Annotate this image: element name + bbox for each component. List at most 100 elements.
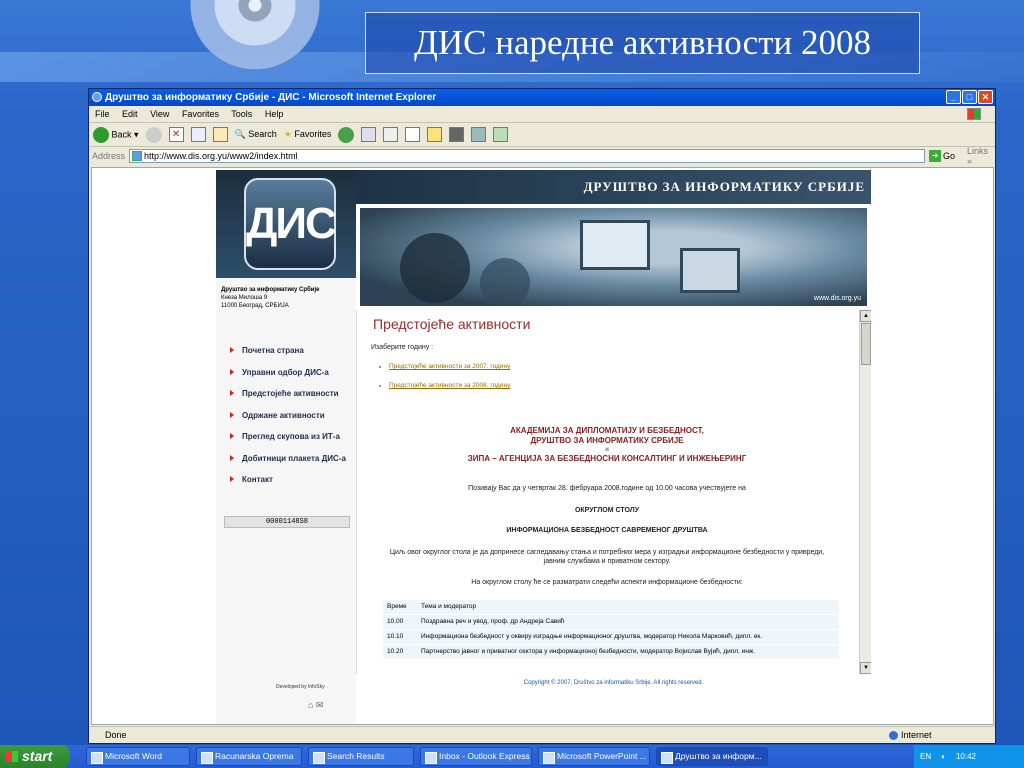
refresh-button[interactable]: [190, 127, 206, 142]
browser-viewport: ДИС Друштво за информатику Србије Кнеза …: [91, 167, 994, 725]
menu-tools[interactable]: Tools: [231, 109, 252, 119]
developed-by[interactable]: Developed by InfoSky: [276, 684, 325, 690]
ie-window: Друштво за информатику Србије - ДИС - Mi…: [88, 88, 996, 744]
tool-button[interactable]: [493, 127, 509, 142]
scroll-up-button[interactable]: ▲: [860, 310, 871, 322]
organizer-1: АКАДЕМИЈА ЗА ДИПЛОМАТИЈУ И БЕЗБЕДНОСТ,: [510, 426, 704, 435]
search-icon: 🔍: [234, 129, 246, 139]
photo-monitor-1: [580, 220, 650, 270]
nav-it-events[interactable]: Преглед скупова из ИТ-а: [216, 426, 356, 448]
desc-cell: Партнерство јавног и приватног сектора у…: [417, 644, 839, 660]
mail-button[interactable]: [361, 127, 377, 142]
schedule-table: Време Тема и модератор 10.00 Поздравна реч…: [383, 600, 839, 660]
dis-logo[interactable]: ДИС: [244, 178, 337, 270]
address-input[interactable]: http://www.dis.org.yu/www2/index.html: [129, 148, 925, 163]
choose-year-label: Изаберите годину :: [371, 344, 434, 351]
desc-cell: Тема и модератор: [417, 600, 839, 615]
edit-button[interactable]: [405, 127, 421, 142]
messenger-button[interactable]: [449, 127, 465, 142]
table-row: 10.10 Информациона безбедност у оквиру из…: [383, 629, 839, 645]
window-title: Друштво за информатику Србије - ДИС - Mi…: [105, 92, 437, 103]
time-cell: 10.00: [383, 614, 417, 630]
menu-edit[interactable]: Edit: [122, 109, 138, 119]
language-indicator[interactable]: EN: [920, 745, 931, 768]
favorites-button[interactable]: ★ Favorites: [284, 129, 332, 140]
task-search[interactable]: Search Results: [308, 747, 414, 766]
status-bar: Done Internet: [89, 726, 995, 743]
year-links: Предстојеће активности за 2007. годину П…: [389, 363, 510, 401]
back-button[interactable]: Back ▾: [93, 126, 139, 143]
table-row: 10.20 Партнерство јавног и приватног сект…: [383, 644, 839, 660]
menu-file[interactable]: File: [95, 109, 110, 119]
scroll-down-button[interactable]: ▼: [860, 662, 871, 674]
organizer-2: ДРУШТВО ЗА ИНФОРМАТИКУ СРБИЈЕ: [530, 436, 684, 445]
close-button[interactable]: ✕: [978, 90, 993, 104]
minimize-button[interactable]: _: [946, 90, 961, 104]
nav-contact[interactable]: Контакт: [216, 469, 356, 491]
print-button[interactable]: [383, 127, 399, 142]
ie-icon: [92, 92, 102, 102]
copyright: Copyright © 2007, Društvo za informatiku…: [523, 680, 704, 686]
links-button[interactable]: Links »: [967, 146, 995, 166]
home-mail-icons[interactable]: ⌂ ✉: [308, 700, 323, 711]
photo-person-1: [400, 233, 470, 303]
task-word[interactable]: Microsoft Word: [86, 747, 190, 766]
photo-monitor-2: [680, 248, 740, 293]
content-scrollbar[interactable]: ▲ ▼: [859, 310, 871, 674]
taskbar: start Microsoft Word Racunarska Oprema S…: [0, 745, 1024, 768]
table-row: 10.00 Поздравна реч и увод, проф. др Андр…: [383, 614, 839, 630]
star-icon: ★: [283, 129, 292, 139]
link-2007[interactable]: Предстојеће активности за 2007. годину: [389, 363, 510, 370]
system-tray: EN ◐ 10:42: [914, 745, 1024, 768]
window-titlebar[interactable]: Друштво за информатику Србије - ДИС - Mi…: [89, 89, 995, 106]
invite-text: Позивају Вас да у четвртак 28. фебруара …: [468, 485, 746, 492]
forward-button[interactable]: [145, 126, 162, 143]
status-text: Done: [105, 730, 127, 740]
logo-area: ДИС: [216, 170, 356, 278]
nav-upcoming[interactable]: Предстојеће активности: [216, 383, 356, 405]
start-button[interactable]: start: [0, 745, 70, 768]
nav-past[interactable]: Одржане активности: [216, 405, 356, 427]
menu-help[interactable]: Help: [265, 109, 284, 119]
folder-button[interactable]: [427, 127, 443, 142]
menu-favorites[interactable]: Favorites: [182, 109, 219, 119]
nav-home[interactable]: Почетна страна: [216, 340, 356, 362]
page-icon: [132, 150, 143, 161]
website: ДИС Друштво за информатику Србије Кнеза …: [216, 170, 871, 724]
research-button[interactable]: [471, 127, 487, 142]
time-cell: 10.20: [383, 644, 417, 660]
desc-cell: Поздравна реч и увод, проф. др Андреја С…: [417, 614, 839, 630]
task-folder[interactable]: Racunarska Oprema: [196, 747, 302, 766]
maximize-button[interactable]: □: [962, 90, 977, 104]
slide-title: ДИС наредне активности 2008: [365, 12, 920, 74]
org-city: 11000 Београд, СРБИЈА: [221, 303, 289, 309]
address-url: http://www.dis.org.yu/www2/index.html: [144, 150, 298, 161]
task-outlook[interactable]: Inbox - Outlook Express: [420, 747, 532, 766]
go-button[interactable]: ➜ Go: [928, 149, 955, 162]
round-table-label: ОКРУГЛОМ СТОЛУ: [574, 507, 640, 514]
address-bar: Address http://www.dis.org.yu/www2/index…: [89, 146, 995, 166]
org-street: Кнеза Милоша 9: [221, 295, 268, 301]
search-button[interactable]: 🔍 Search: [235, 129, 277, 140]
address-label: Address: [92, 150, 126, 161]
site-sidebar: ДИС Друштво за информатику Србије Кнеза …: [216, 170, 356, 724]
link-2008[interactable]: Предстојеће активности за 2008. годину: [389, 382, 510, 389]
nav-awards[interactable]: Добитници плакета ДИС-а: [216, 448, 356, 470]
menu-bar: File Edit View Favorites Tools Help: [89, 106, 995, 123]
stop-button[interactable]: ✕: [168, 127, 184, 142]
task-powerpoint[interactable]: Microsoft PowerPoint ...: [538, 747, 650, 766]
clock: 10:42: [955, 752, 976, 761]
history-button[interactable]: [338, 126, 355, 143]
org-address: Друштво за информатику Србије Кнеза Мило…: [221, 286, 319, 310]
network-icon: ◐: [941, 752, 946, 761]
windows-logo-icon: [967, 108, 981, 120]
table-row: Време Тема и модератор: [383, 600, 839, 615]
nav-board[interactable]: Управни одбор ДИС-а: [216, 362, 356, 384]
scroll-thumb[interactable]: [861, 323, 871, 365]
back-arrow-icon: [93, 126, 109, 143]
toolbar: Back ▾ ✕ 🔍 Search ★ Favorites: [89, 123, 995, 147]
task-ie[interactable]: Друштво за информ...: [656, 747, 768, 766]
home-button[interactable]: [212, 127, 228, 142]
menu-view[interactable]: View: [150, 109, 169, 119]
visit-counter: 00001148S8: [224, 516, 350, 528]
